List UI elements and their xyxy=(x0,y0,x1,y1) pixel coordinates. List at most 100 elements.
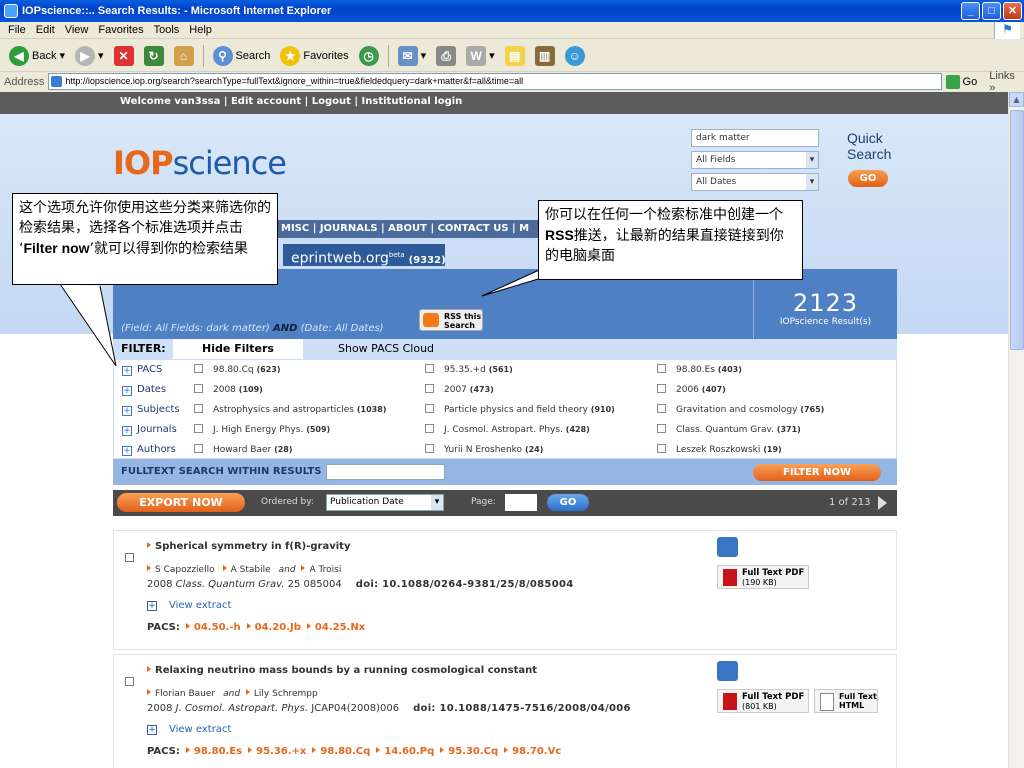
menu-tools[interactable]: Tools xyxy=(152,22,188,38)
checkbox[interactable] xyxy=(657,384,666,393)
show-pacs-cloud-tab[interactable]: Show PACS Cloud xyxy=(338,339,434,359)
checkbox[interactable] xyxy=(425,404,434,413)
menu-help[interactable]: Help xyxy=(187,22,220,38)
result-checkbox[interactable] xyxy=(125,677,134,686)
filter-option[interactable]: 2007 (473) xyxy=(425,380,494,400)
pacs-code[interactable]: 04.20.Jb xyxy=(247,622,301,633)
result-checkbox[interactable] xyxy=(125,553,134,562)
maximize-button[interactable]: □ xyxy=(982,2,1001,20)
full-text-pdf-button[interactable]: Full Text PDF (190 KB) xyxy=(717,565,809,589)
checkbox[interactable] xyxy=(194,384,203,393)
filter-now-button[interactable]: FILTER NOW xyxy=(753,464,881,481)
pacs-code[interactable]: 98.80.Es xyxy=(186,746,242,757)
stop-button[interactable]: ✕ xyxy=(111,44,137,68)
page-input[interactable] xyxy=(505,494,537,511)
close-button[interactable]: ✕ xyxy=(1003,2,1022,20)
result-title[interactable]: Spherical symmetry in f(R)-gravity xyxy=(147,541,350,552)
filter-option[interactable]: Yurii N Eroshenko (24) xyxy=(425,440,543,460)
pacs-code[interactable]: 04.50.-h xyxy=(186,622,241,633)
filter-option[interactable]: J. Cosmol. Astropart. Phys. (428) xyxy=(425,420,590,440)
filter-option[interactable]: Class. Quantum Grav. (371) xyxy=(657,420,801,440)
favorites-button[interactable]: ★ Favorites xyxy=(277,44,351,68)
checkbox[interactable] xyxy=(194,404,203,413)
mail-button[interactable]: ✉ ▾ xyxy=(395,44,430,68)
go-button[interactable]: Go xyxy=(945,74,977,89)
checkbox[interactable] xyxy=(425,444,434,453)
hide-filters-tab[interactable]: Hide Filters xyxy=(173,339,303,359)
pacs-code[interactable]: 14.60.Pq xyxy=(376,746,434,757)
home-button[interactable]: ⌂ xyxy=(171,44,197,68)
edit-button[interactable]: W ▾ xyxy=(463,44,498,68)
checkbox[interactable] xyxy=(425,384,434,393)
forward-button[interactable]: ▶ ▾ xyxy=(72,44,107,68)
view-extract-link[interactable]: + View extract xyxy=(147,724,231,735)
author-link[interactable]: A Troisi xyxy=(301,565,341,575)
filter-option[interactable]: 2008 (109) xyxy=(194,380,263,400)
checkbox[interactable] xyxy=(657,404,666,413)
filter-category[interactable]: + Journals xyxy=(122,420,177,440)
result-title[interactable]: Relaxing neutrino mass bounds by a runni… xyxy=(147,665,537,676)
filter-option[interactable]: J. High Energy Phys. (509) xyxy=(194,420,330,440)
checkbox[interactable] xyxy=(657,364,666,373)
address-input[interactable]: http://iopscience.iop.org/search?searchT… xyxy=(48,73,942,90)
checkbox[interactable] xyxy=(194,444,203,453)
filter-option[interactable]: 98.80.Cq (623) xyxy=(194,360,281,380)
full-text-html-button[interactable]: Full Text HTML xyxy=(814,689,878,713)
citation-doi[interactable]: doi: 10.1088/1475-7516/2008/04/006 xyxy=(413,703,631,714)
account-links[interactable]: Welcome van3ssa | Edit account | Logout … xyxy=(120,92,462,112)
fulltext-input[interactable] xyxy=(326,464,445,480)
minimize-button[interactable]: _ xyxy=(961,2,980,20)
menu-edit[interactable]: Edit xyxy=(34,22,63,38)
search-button[interactable]: ⚲ Search xyxy=(210,44,274,68)
research-button[interactable]: ▥ xyxy=(532,44,558,68)
pacs-code[interactable]: 98.70.Vc xyxy=(504,746,561,757)
scroll-up-icon[interactable]: ▲ xyxy=(1009,92,1024,107)
menu-file[interactable]: File xyxy=(6,22,34,38)
page-go-button[interactable]: GO xyxy=(547,494,589,511)
nav-items[interactable]: MISC | JOURNALS | ABOUT | CONTACT US | M xyxy=(281,223,529,234)
author-link[interactable]: A Stabile xyxy=(223,565,271,575)
pacs-code[interactable]: 95.30.Cq xyxy=(440,746,498,757)
messenger-button[interactable]: ☺ xyxy=(562,44,588,68)
search-input[interactable]: dark matter xyxy=(691,129,819,147)
checkbox[interactable] xyxy=(194,364,203,373)
links-button[interactable]: Links » xyxy=(989,70,1024,94)
checkbox[interactable] xyxy=(657,424,666,433)
filter-option[interactable]: 98.80.Es (403) xyxy=(657,360,742,380)
author-link[interactable]: Florian Bauer xyxy=(147,689,215,699)
filter-option[interactable]: 95.35.+d (561) xyxy=(425,360,513,380)
full-text-pdf-button[interactable]: Full Text PDF (801 KB) xyxy=(717,689,809,713)
checkbox[interactable] xyxy=(425,424,434,433)
print-button[interactable]: ⎙ xyxy=(433,44,459,68)
next-page-arrow-icon[interactable] xyxy=(878,496,887,510)
checkbox[interactable] xyxy=(657,444,666,453)
eprintweb-tab[interactable]: eprintweb.orgbeta (9332) xyxy=(283,244,446,267)
order-select[interactable]: Publication Date xyxy=(326,494,444,511)
filter-option[interactable]: Astrophysics and astroparticles (1038) xyxy=(194,400,386,420)
tag-icon[interactable] xyxy=(717,537,738,557)
filter-category[interactable]: + Authors xyxy=(122,440,176,460)
filter-option[interactable]: Howard Baer (28) xyxy=(194,440,293,460)
scroll-thumb[interactable] xyxy=(1010,110,1024,350)
author-link[interactable]: Lily Schrempp xyxy=(246,689,318,699)
filter-category[interactable]: + Subjects xyxy=(122,400,180,420)
checkbox[interactable] xyxy=(194,424,203,433)
quick-search-go-button[interactable]: GO xyxy=(848,170,888,187)
view-extract-link[interactable]: + View extract xyxy=(147,600,231,611)
filter-option[interactable]: Gravitation and cosmology (765) xyxy=(657,400,824,420)
filter-category[interactable]: + Dates xyxy=(122,380,166,400)
menu-view[interactable]: View xyxy=(63,22,97,38)
export-now-button[interactable]: EXPORT NOW xyxy=(117,493,245,512)
pacs-code[interactable]: 95.36.+x xyxy=(248,746,306,757)
rss-search-button[interactable]: RSS this Search xyxy=(419,309,483,331)
vertical-scrollbar[interactable]: ▲ xyxy=(1008,92,1024,768)
refresh-button[interactable]: ↻ xyxy=(141,44,167,68)
date-select[interactable]: All Dates xyxy=(691,173,819,191)
citation-doi[interactable]: doi: 10.1088/0264-9381/25/8/085004 xyxy=(356,579,574,590)
filter-option[interactable]: 2006 (407) xyxy=(657,380,726,400)
filter-option[interactable]: Leszek Roszkowski (19) xyxy=(657,440,782,460)
author-link[interactable]: S Capozziello xyxy=(147,565,215,575)
filter-category[interactable]: + PACS xyxy=(122,360,162,380)
back-button[interactable]: ◀ Back ▾ xyxy=(6,44,68,68)
history-button[interactable]: ◷ xyxy=(356,44,382,68)
